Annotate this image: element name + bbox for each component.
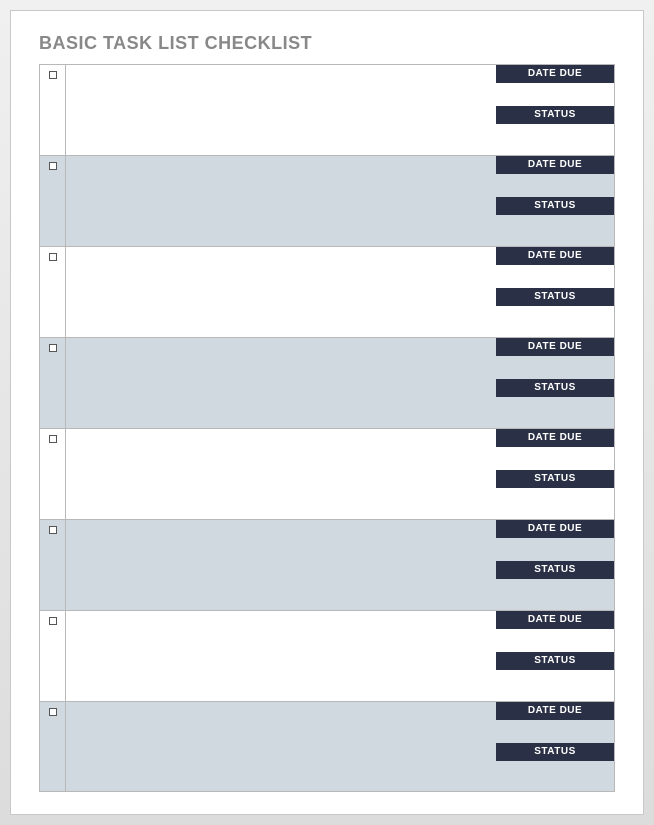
meta-cell: DATE DUE STATUS (496, 338, 614, 428)
date-due-value[interactable] (496, 447, 614, 463)
spacer (496, 736, 614, 743)
spacer (496, 281, 614, 288)
task-cell[interactable] (66, 702, 496, 791)
meta-cell: DATE DUE STATUS (496, 65, 614, 155)
status-value[interactable] (496, 397, 614, 413)
spacer (496, 322, 614, 337)
task-row: DATE DUE STATUS (39, 428, 615, 519)
checkbox-cell[interactable] (40, 338, 66, 428)
task-cell[interactable] (66, 429, 496, 519)
date-due-header: DATE DUE (496, 338, 614, 356)
spacer (496, 777, 614, 791)
status-header: STATUS (496, 106, 614, 124)
date-due-value[interactable] (496, 174, 614, 190)
task-cell[interactable] (66, 156, 496, 246)
status-value[interactable] (496, 124, 614, 140)
checkbox-cell[interactable] (40, 156, 66, 246)
spacer (496, 645, 614, 652)
spacer (496, 595, 614, 610)
date-due-value[interactable] (496, 538, 614, 554)
checklist-page: BASIC TASK LIST CHECKLIST DATE DUE STATUS… (10, 10, 644, 815)
checkbox-icon (49, 253, 57, 261)
task-row: DATE DUE STATUS (39, 610, 615, 701)
spacer (496, 190, 614, 197)
checkbox-cell[interactable] (40, 247, 66, 337)
status-value[interactable] (496, 306, 614, 322)
date-due-header: DATE DUE (496, 429, 614, 447)
date-due-header: DATE DUE (496, 520, 614, 538)
checkbox-icon (49, 344, 57, 352)
task-cell[interactable] (66, 65, 496, 155)
spacer (496, 554, 614, 561)
status-value[interactable] (496, 670, 614, 686)
meta-cell: DATE DUE STATUS (496, 520, 614, 610)
status-value[interactable] (496, 488, 614, 504)
status-header: STATUS (496, 288, 614, 306)
checkbox-icon (49, 162, 57, 170)
meta-cell: DATE DUE STATUS (496, 156, 614, 246)
date-due-header: DATE DUE (496, 65, 614, 83)
task-row: DATE DUE STATUS (39, 246, 615, 337)
meta-cell: DATE DUE STATUS (496, 429, 614, 519)
status-header: STATUS (496, 652, 614, 670)
checkbox-cell[interactable] (40, 65, 66, 155)
spacer (496, 231, 614, 246)
spacer (496, 413, 614, 428)
task-table: DATE DUE STATUS DATE DUE STATUS DATE DUE STAT… (39, 64, 615, 792)
status-value[interactable] (496, 761, 614, 777)
status-header: STATUS (496, 379, 614, 397)
checkbox-icon (49, 71, 57, 79)
date-due-header: DATE DUE (496, 156, 614, 174)
spacer (496, 686, 614, 701)
date-due-value[interactable] (496, 629, 614, 645)
status-header: STATUS (496, 197, 614, 215)
status-value[interactable] (496, 215, 614, 231)
spacer (496, 463, 614, 470)
page-title: BASIC TASK LIST CHECKLIST (39, 33, 615, 54)
status-header: STATUS (496, 470, 614, 488)
spacer (496, 99, 614, 106)
date-due-value[interactable] (496, 83, 614, 99)
checkbox-icon (49, 708, 57, 716)
task-row: DATE DUE STATUS (39, 519, 615, 610)
checkbox-cell[interactable] (40, 702, 66, 791)
meta-cell: DATE DUE STATUS (496, 247, 614, 337)
date-due-value[interactable] (496, 720, 614, 736)
date-due-header: DATE DUE (496, 702, 614, 720)
spacer (496, 140, 614, 155)
checkbox-cell[interactable] (40, 429, 66, 519)
task-row: DATE DUE STATUS (39, 337, 615, 428)
date-due-header: DATE DUE (496, 611, 614, 629)
checkbox-icon (49, 526, 57, 534)
date-due-header: DATE DUE (496, 247, 614, 265)
meta-cell: DATE DUE STATUS (496, 611, 614, 701)
task-cell[interactable] (66, 520, 496, 610)
checkbox-cell[interactable] (40, 520, 66, 610)
status-value[interactable] (496, 579, 614, 595)
status-header: STATUS (496, 743, 614, 761)
task-row: DATE DUE STATUS (39, 64, 615, 155)
date-due-value[interactable] (496, 356, 614, 372)
status-header: STATUS (496, 561, 614, 579)
checkbox-icon (49, 617, 57, 625)
spacer (496, 504, 614, 519)
task-cell[interactable] (66, 611, 496, 701)
task-cell[interactable] (66, 338, 496, 428)
task-row: DATE DUE STATUS (39, 155, 615, 246)
task-row: DATE DUE STATUS (39, 701, 615, 792)
spacer (496, 372, 614, 379)
checkbox-icon (49, 435, 57, 443)
task-cell[interactable] (66, 247, 496, 337)
meta-cell: DATE DUE STATUS (496, 702, 614, 791)
date-due-value[interactable] (496, 265, 614, 281)
checkbox-cell[interactable] (40, 611, 66, 701)
